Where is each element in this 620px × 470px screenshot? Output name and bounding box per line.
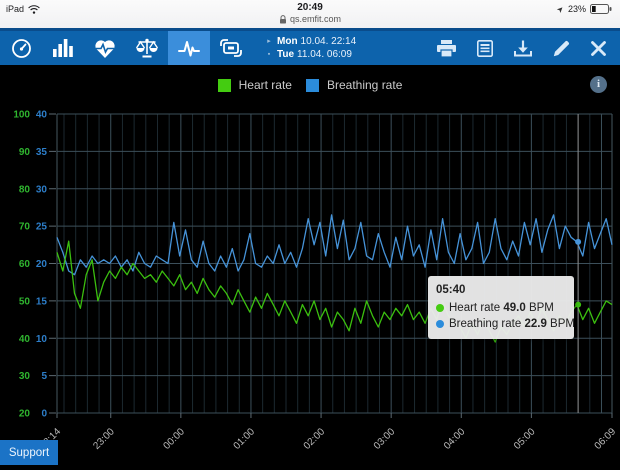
svg-text:25: 25 [36,222,48,233]
date-range-start[interactable]: ▸ Mon10.04. 22:14 [266,35,356,48]
info-icon: i [597,78,600,90]
svg-text:20: 20 [19,409,31,420]
battery-percent-label: 23% [568,4,586,14]
location-arrow-icon: ➤ [555,3,566,14]
edit-button[interactable] [553,40,570,57]
svg-text:5: 5 [41,371,47,382]
svg-text:30: 30 [36,184,48,195]
print-button[interactable] [437,40,456,57]
svg-text:15: 15 [36,296,48,307]
chart-page: Heart rate Breathing rate i 100409035803… [0,65,620,465]
device-sync-icon [220,39,242,57]
svg-text:04:00: 04:00 [442,426,468,452]
svg-text:20: 20 [36,259,48,270]
svg-text:60: 60 [19,259,31,270]
tab-dashboard[interactable] [0,31,42,65]
report-button[interactable] [477,40,493,57]
download-icon [514,40,532,57]
heart-rate-label: Heart rate [239,78,292,92]
svg-text:05:00: 05:00 [512,426,538,452]
svg-text:06:09: 06:09 [593,426,619,452]
bar-chart-icon [53,39,73,57]
date-range-end[interactable]: ▪ Tue11.04. 06:09 [266,48,356,61]
svg-text:0: 0 [41,409,47,420]
report-icon [477,40,493,57]
svg-text:10: 10 [36,334,48,345]
svg-text:80: 80 [19,184,31,195]
tab-vitals-active[interactable] [168,31,210,65]
y-axis: 100 40 90 35 80 30 70 25 60 20 50 15 40 10 30 5 20 0 [13,110,612,420]
app-toolbar: ▸ Mon10.04. 22:14 ▪ Tue11.04. 06:09 [0,28,620,65]
legend-heart-rate[interactable]: Heart rate [218,78,292,92]
heart-dot-icon [436,304,444,312]
legend-breathing-rate[interactable]: Breathing rate [306,78,402,92]
download-button[interactable] [514,40,532,57]
tooltip-breathing-value: 22.9 [524,318,546,330]
tab-statistics[interactable] [42,31,84,65]
ios-status-bar: iPad 20:49 qs.emfit.com ➤ 23% [0,0,620,28]
heart-rate-icon [94,39,116,58]
svg-text:23:00: 23:00 [91,426,117,452]
heart-rate-swatch [218,79,231,92]
support-button[interactable]: Support [0,440,58,465]
svg-text:40: 40 [19,334,31,345]
svg-text:00:00: 00:00 [161,426,187,452]
edit-icon [553,40,570,57]
close-icon [591,41,606,56]
svg-text:03:00: 03:00 [372,426,398,452]
battery-icon [590,4,612,14]
lock-icon [279,15,287,24]
x-axis: 22:1423:0000:0001:0002:0003:0004:0005:00… [38,413,619,452]
pulse-icon [178,38,200,58]
weight-scale-icon [136,38,158,58]
tab-device[interactable] [210,31,252,65]
tab-weight[interactable] [126,31,168,65]
support-label: Support [9,447,49,459]
tab-heart[interactable] [84,31,126,65]
start-datetime: 10.04. 22:14 [301,36,357,47]
svg-text:90: 90 [19,147,31,158]
close-button[interactable] [591,41,606,56]
svg-text:100: 100 [13,110,30,121]
start-day: Mon [277,36,298,47]
heart-highlight-point [575,302,581,308]
battery-fill [592,6,596,12]
date-range[interactable]: ▸ Mon10.04. 22:14 ▪ Tue11.04. 06:09 [266,31,356,65]
breathing-dot-icon [436,320,444,328]
start-marker-icon: ▸ [266,35,272,48]
chart-legend: Heart rate Breathing rate [0,78,620,92]
clock-time: 20:49 [0,2,620,13]
end-day: Tue [277,49,294,60]
svg-text:70: 70 [19,222,31,233]
gauge-icon [11,38,32,59]
svg-text:02:00: 02:00 [302,426,328,452]
svg-text:35: 35 [36,147,48,158]
url-field[interactable]: qs.emfit.com [0,14,620,24]
series-breathing-rate [57,215,612,275]
print-icon [437,40,456,57]
chart-tooltip: 05:40 Heart rate 49.0 BPM Breathing rate… [428,276,574,339]
tooltip-breathing-row: Breathing rate 22.9 BPM [436,316,566,332]
svg-text:50: 50 [19,296,31,307]
svg-text:40: 40 [36,110,48,121]
end-datetime: 11.04. 06:09 [297,49,352,60]
svg-text:30: 30 [19,371,31,382]
info-button[interactable]: i [590,76,607,93]
breathing-rate-label: Breathing rate [327,78,402,92]
breathing-rate-swatch [306,79,319,92]
breathing-highlight-point [575,239,581,245]
end-marker-icon: ▪ [266,48,272,61]
tooltip-heart-row: Heart rate 49.0 BPM [436,300,566,316]
tooltip-time: 05:40 [436,282,566,298]
svg-text:01:00: 01:00 [232,426,258,452]
tooltip-heart-value: 49.0 [503,302,525,314]
